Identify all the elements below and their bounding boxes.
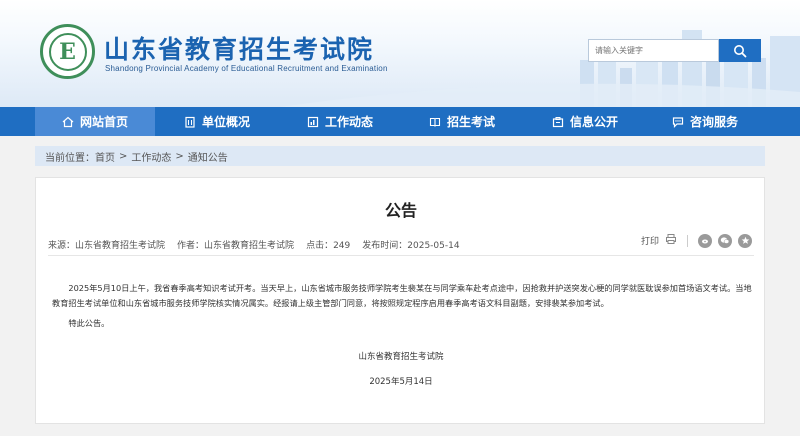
chat-icon <box>672 116 684 128</box>
article-paragraph: 2025年5月10日上午，我省春季高考知识考试开考。当天早上，山东省城市服务技师… <box>52 283 752 308</box>
breadcrumb-separator: > <box>119 150 128 162</box>
meta-source: 来源：山东省教育招生考试院 <box>48 238 165 251</box>
article-paragraph: 特此公告。 <box>68 318 110 328</box>
meta-published-value: 2025-05-14 <box>407 241 460 251</box>
nav-label: 咨询服务 <box>689 115 738 129</box>
article-date: 2025年5月14日 <box>369 377 433 387</box>
weibo-share-icon[interactable] <box>698 233 712 248</box>
breadcrumb: 当前位置： 首页 > 工作动态 > 通知公告 <box>35 146 765 166</box>
nav-label: 信息公开 <box>569 115 618 129</box>
meta-clicks-value: 249 <box>333 241 351 251</box>
meta-divider <box>48 255 754 256</box>
nav-item-home[interactable]: 网站首页 <box>35 107 155 136</box>
meta-clicks-label: 点击： <box>306 241 334 251</box>
site-logo[interactable]: E <box>40 24 95 79</box>
home-icon <box>62 116 74 128</box>
article-signature: 山东省教育招生考试院 <box>358 352 444 362</box>
breadcrumb-link-home[interactable]: 首页 <box>95 149 115 164</box>
breadcrumb-link-notices[interactable]: 通知公告 <box>188 149 228 164</box>
chart-icon <box>307 116 319 128</box>
nav-label: 网站首页 <box>79 115 128 129</box>
article-title: 公告 <box>384 201 417 220</box>
article-body: 2025年5月10日上午，我省春季高考知识考试开考。当天早上，山东省城市服务技师… <box>52 281 752 336</box>
printer-icon[interactable] <box>665 233 677 248</box>
breadcrumb-separator: > <box>175 150 184 162</box>
qzone-share-icon[interactable] <box>738 233 752 248</box>
print-link[interactable]: 打印 <box>641 234 659 247</box>
logo-letter: E <box>48 32 87 71</box>
article-container: 公告 来源：山东省教育招生考试院 作者：山东省教育招生考试院 点击：249 发布… <box>35 177 765 424</box>
book-icon <box>429 116 441 128</box>
nav-label: 招生考试 <box>446 115 495 129</box>
search-input[interactable] <box>588 39 719 62</box>
meta-clicks: 点击：249 <box>306 238 350 251</box>
nav-item-news[interactable]: 工作动态 <box>295 107 385 136</box>
breadcrumb-prefix: 当前位置： <box>45 152 95 164</box>
article-tools: 打印 <box>641 233 752 248</box>
nav-label: 工作动态 <box>324 115 373 129</box>
search-button[interactable] <box>719 39 761 62</box>
meta-author-value: 山东省教育招生考试院 <box>204 241 295 251</box>
nav-item-disclosure[interactable]: 信息公开 <box>540 107 630 136</box>
meta-author: 作者：山东省教育招生考试院 <box>177 238 294 251</box>
nav-item-consult[interactable]: 咨询服务 <box>660 107 750 136</box>
nav-label: 单位概况 <box>201 115 250 129</box>
wechat-share-icon[interactable] <box>718 233 732 248</box>
search-icon <box>734 44 747 57</box>
meta-published: 发布时间：2025-05-14 <box>362 238 459 251</box>
meta-author-label: 作者： <box>177 241 205 251</box>
meta-published-label: 发布时间： <box>362 241 408 251</box>
site-header: E 山东省教育招生考试院 Shandong Provincial Academy… <box>0 0 800 107</box>
building-icon <box>184 116 196 128</box>
site-title: 山东省教育招生考试院 <box>104 35 375 64</box>
nav-item-overview[interactable]: 单位概况 <box>172 107 262 136</box>
folder-icon <box>552 116 564 128</box>
tools-divider <box>687 234 688 247</box>
nav-item-exams[interactable]: 招生考试 <box>417 107 507 136</box>
article-meta: 来源：山东省教育招生考试院 作者：山东省教育招生考试院 点击：249 发布时间：… <box>48 238 460 251</box>
meta-source-value: 山东省教育招生考试院 <box>75 241 166 251</box>
meta-source-label: 来源： <box>48 241 76 251</box>
breadcrumb-link-news[interactable]: 工作动态 <box>131 149 171 164</box>
site-subtitle: Shandong Provincial Academy of Education… <box>105 64 388 73</box>
main-nav: 网站首页 单位概况 工作动态 招生考试 信息公开 咨询服务 <box>0 107 800 136</box>
